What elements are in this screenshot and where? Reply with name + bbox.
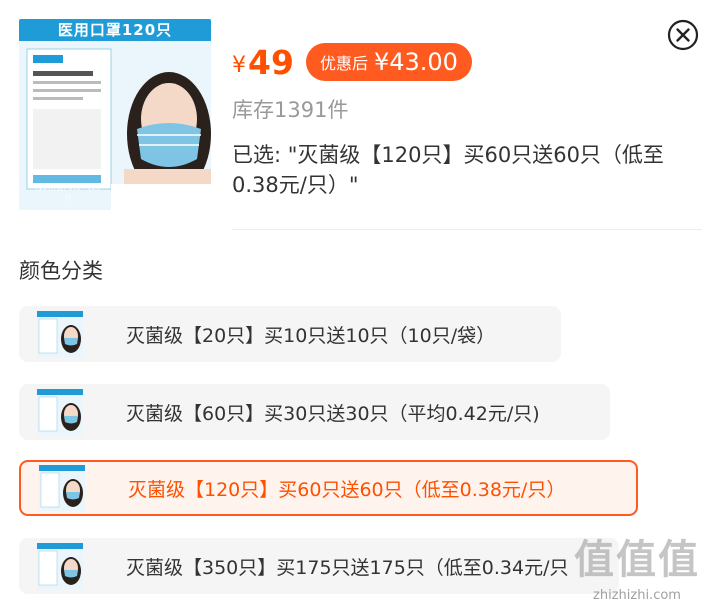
selected-variant-text: 已选: "灭菌级【120只】买60只送60只（低至0.38元/只）" bbox=[232, 143, 664, 197]
price-row: ¥ 49 优惠后 ¥43.00 bbox=[232, 40, 472, 84]
mask-thumbnail-icon bbox=[38, 318, 81, 354]
variant-thumbnail bbox=[37, 311, 83, 357]
price-currency: ¥ bbox=[232, 52, 246, 78]
variant-option-120-selected[interactable]: 灭菌级【120只】买60只送60只（低至0.38元/只） bbox=[19, 460, 638, 516]
variant-thumbnail bbox=[39, 465, 85, 511]
mask-thumbnail-icon bbox=[38, 550, 81, 586]
variant-option-label: 灭菌级【20只】买10只送10只（10只/袋） bbox=[126, 324, 496, 347]
product-image[interactable]: 医用口罩120只 (10只/袋) x12=120只 bbox=[19, 19, 211, 210]
variant-option-350[interactable]: 灭菌级【350只】买175只送175只（低至0.34元/只 bbox=[19, 538, 619, 594]
mask-thumbnail-icon bbox=[38, 396, 81, 432]
variant-option-label: 灭菌级【350只】买175只送175只（低至0.34元/只 bbox=[126, 556, 569, 579]
watermark-url: zhizhizhi.com bbox=[593, 588, 681, 603]
mask-thumbnail-icon bbox=[40, 472, 83, 508]
variant-option-60[interactable]: 灭菌级【60只】买30只送30只（平均0.42元/只) bbox=[19, 384, 610, 440]
variant-option-label: 灭菌级【120只】买60只送60只（低至0.38元/只） bbox=[128, 478, 566, 501]
variant-option-label: 灭菌级【60只】买30只送30只（平均0.42元/只) bbox=[126, 402, 540, 425]
discount-label: 优惠后 bbox=[319, 54, 368, 73]
product-image-note: (10只/袋) x12=120只 bbox=[35, 184, 101, 202]
section-title-color-category: 颜色分类 bbox=[19, 259, 103, 283]
variant-thumbnail bbox=[37, 389, 83, 435]
stock-count: 库存1391件 bbox=[232, 98, 349, 122]
watermark: 值值值 zhizhizhi.com bbox=[567, 536, 707, 612]
watermark-logo: 值值值 bbox=[574, 537, 700, 583]
price-value: 49 bbox=[248, 42, 294, 82]
divider bbox=[232, 229, 702, 230]
variant-thumbnail bbox=[37, 543, 83, 589]
variant-option-20[interactable]: 灭菌级【20只】买10只送10只（10只/袋） bbox=[19, 306, 561, 362]
mask-illustration bbox=[26, 48, 211, 210]
close-button[interactable] bbox=[667, 19, 699, 51]
close-circle-icon bbox=[667, 19, 699, 51]
discount-badge: 优惠后 ¥43.00 bbox=[305, 43, 472, 81]
discount-price: ¥43.00 bbox=[373, 48, 458, 76]
